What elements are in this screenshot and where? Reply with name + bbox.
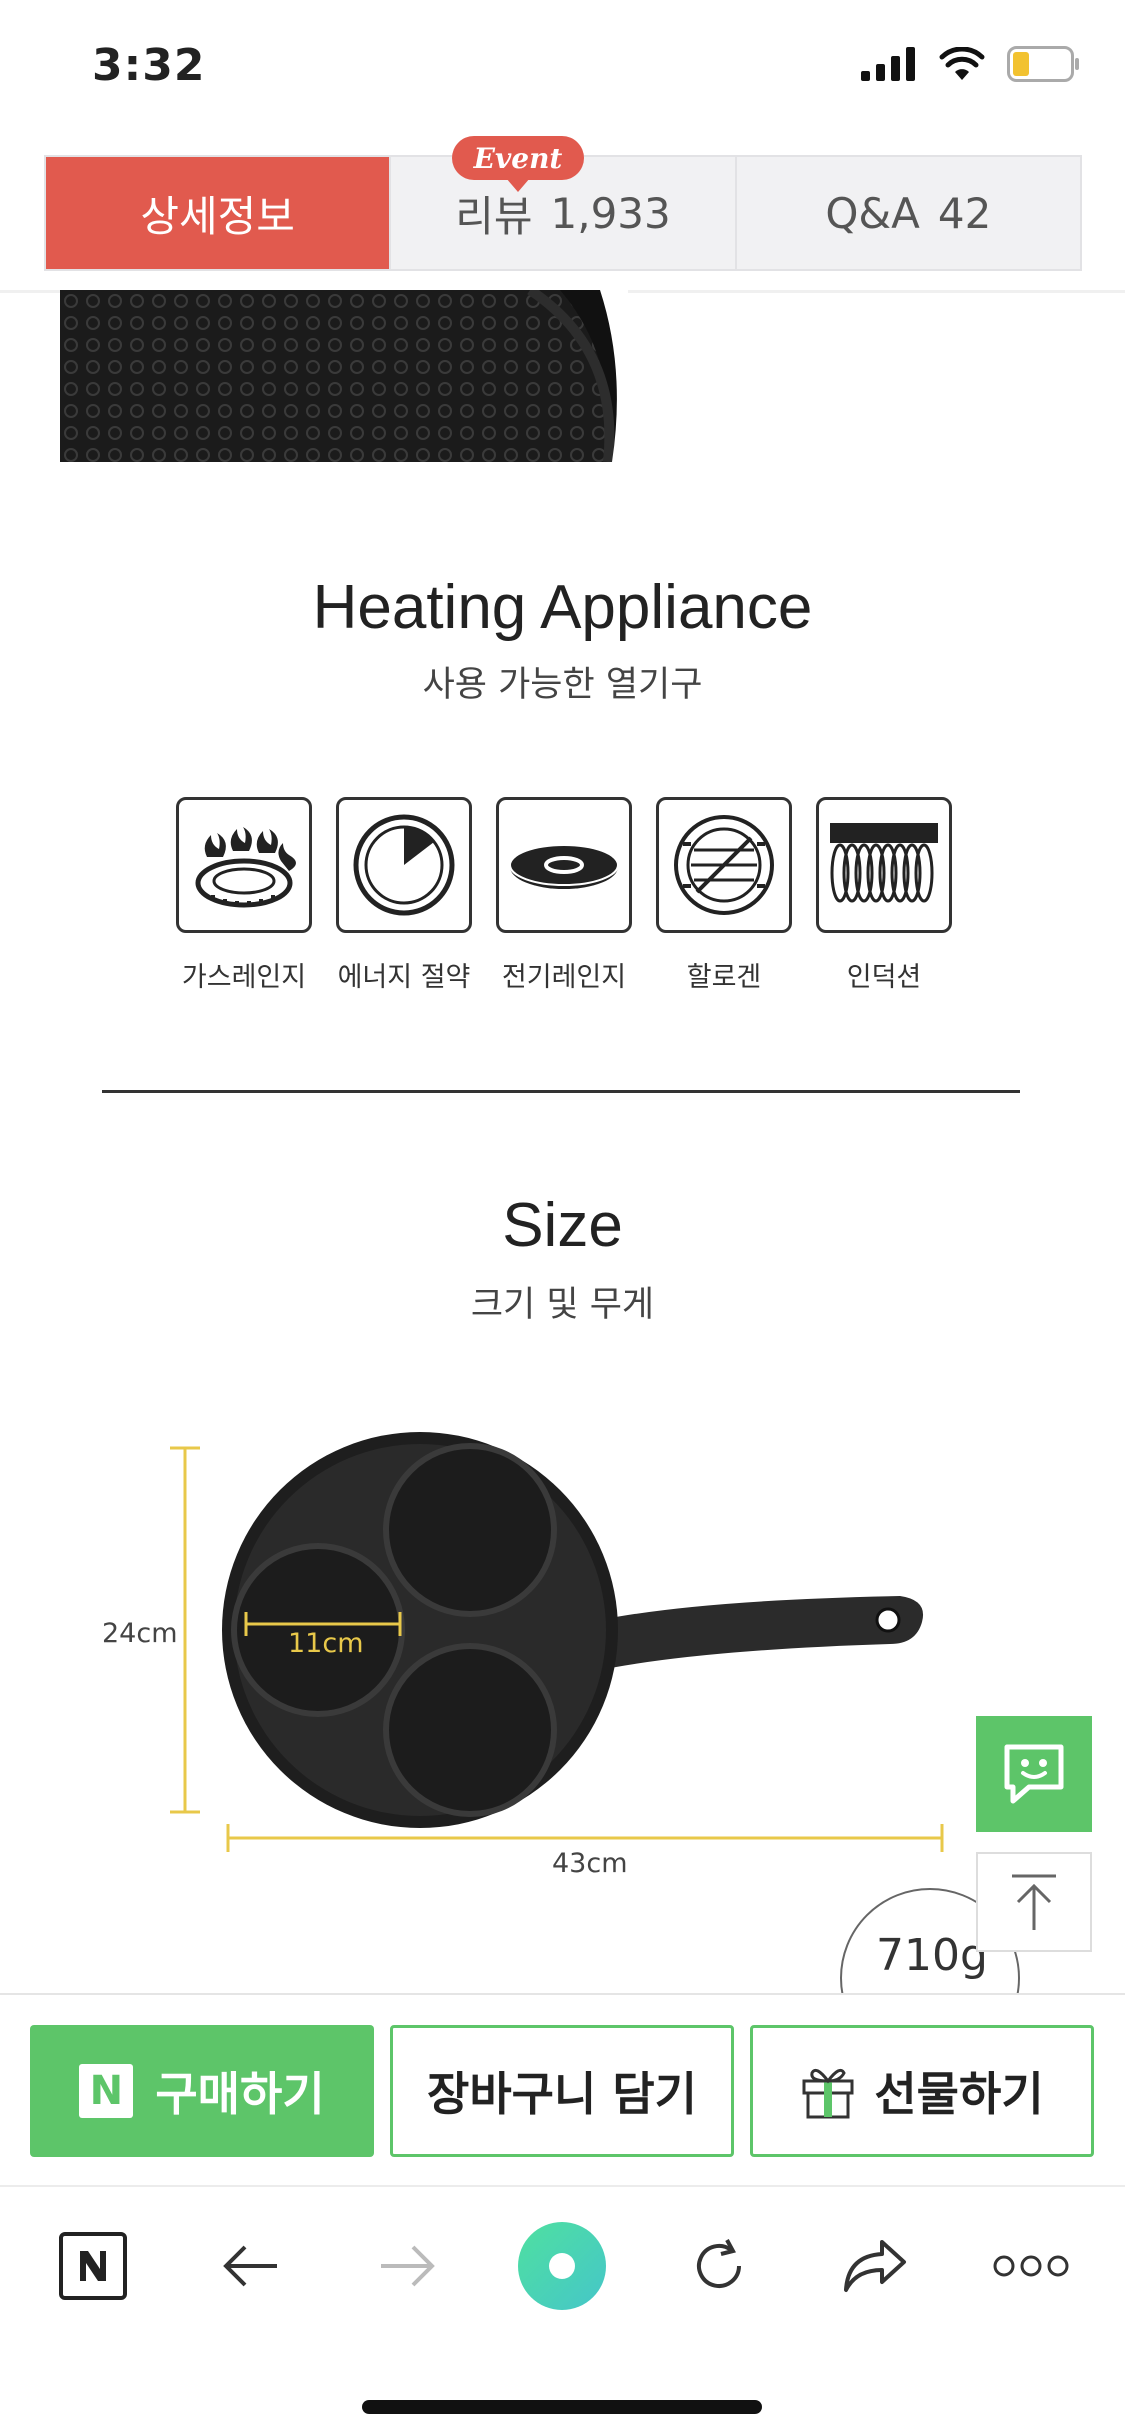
home-indicator (362, 2400, 762, 2414)
pan-size-illustration (170, 1432, 944, 1852)
section-divider (102, 1090, 1020, 1093)
gas-stove-icon (176, 797, 312, 933)
appliance-gas-label: 가스레인지 (181, 962, 307, 993)
arrow-up-icon (1012, 1874, 1056, 1930)
more-icon (993, 2255, 1069, 2277)
appliance-electric: 전기레인지 (494, 797, 634, 994)
arrow-right-icon (381, 2245, 435, 2287)
scroll-top-button[interactable] (976, 1852, 1092, 1952)
battery-icon (1007, 46, 1079, 82)
forward-button[interactable] (362, 2221, 452, 2311)
green-dot-button[interactable] (517, 2221, 607, 2311)
appliance-induction-label: 인덕션 (846, 962, 922, 993)
reload-button[interactable] (674, 2221, 764, 2311)
tab-qna-label: Q&A (825, 188, 920, 238)
arrow-left-icon (223, 2245, 277, 2287)
appliance-electric-label: 전기레인지 (501, 962, 627, 993)
gift-label: 선물하기 (874, 2067, 1044, 2121)
size-title: Size (502, 1191, 623, 1260)
height-label: 24cm (102, 1618, 178, 1649)
appliance-halogen: 할로겐 (654, 797, 794, 994)
status-time: 3:32 (92, 40, 206, 91)
size-diagram: 24cm 11cm 43cm (0, 1400, 1125, 1920)
appliance-energy-label: 에너지 절약 (337, 962, 471, 993)
cup-diameter-label: 11cm (288, 1628, 364, 1659)
heating-subtitle: 사용 가능한 열기구 (422, 665, 703, 705)
appliance-energy: 에너지 절약 (334, 797, 474, 994)
pan-bottom-image (60, 290, 628, 462)
appliance-halogen-label: 할로겐 (686, 962, 762, 993)
appliance-induction: 인덕션 (814, 797, 954, 994)
halogen-icon (656, 797, 792, 933)
wifi-icon (939, 47, 985, 80)
tab-reviews-count: 1,933 (550, 188, 671, 238)
signal-icon (861, 47, 915, 81)
event-badge: Event (452, 136, 584, 192)
appliance-gas: 가스레인지 (174, 797, 314, 994)
buy-button[interactable]: N 구매하기 (30, 2025, 374, 2157)
induction-icon (816, 797, 952, 933)
buy-label: 구매하기 (155, 2067, 325, 2121)
gift-icon (802, 2068, 854, 2119)
tab-qna-count: 42 (937, 188, 992, 238)
add-to-cart-button[interactable]: 장바구니 담기 (390, 2025, 734, 2157)
purchase-bar: N 구매하기 장바구니 담기 선물하기 (0, 1993, 1125, 2185)
reload-icon (697, 2239, 741, 2288)
tab-details[interactable]: 상세정보 (46, 157, 390, 269)
tab-details-label: 상세정보 (140, 191, 295, 241)
status-bar: 3:32 (0, 0, 1125, 140)
chat-button[interactable] (976, 1716, 1092, 1832)
naver-n-icon: N (79, 2064, 134, 2118)
length-label: 43cm (552, 1848, 628, 1879)
gift-button[interactable]: 선물하기 (750, 2025, 1094, 2157)
naver-n-icon (59, 2232, 127, 2300)
share-icon (844, 2240, 906, 2292)
browser-toolbar (0, 2185, 1125, 2436)
electric-stove-icon (496, 797, 632, 933)
naver-home-button[interactable] (48, 2221, 138, 2311)
green-dot-icon (518, 2222, 606, 2310)
tab-qna[interactable]: Q&A 42 (734, 157, 1080, 269)
size-subtitle: 크기 및 무게 (470, 1285, 655, 1325)
heating-title: Heating Appliance (312, 573, 813, 642)
chat-icon (1004, 1744, 1064, 1804)
back-button[interactable] (206, 2221, 296, 2311)
status-icons (861, 46, 1081, 82)
cart-label: 장바구니 담기 (427, 2067, 697, 2121)
appliance-list: 가스레인지 에너지 절약 전기레인지 할로겐 인덕션 (174, 797, 954, 994)
more-button[interactable] (986, 2221, 1076, 2311)
energy-saving-icon (336, 797, 472, 933)
share-button[interactable] (830, 2221, 920, 2311)
